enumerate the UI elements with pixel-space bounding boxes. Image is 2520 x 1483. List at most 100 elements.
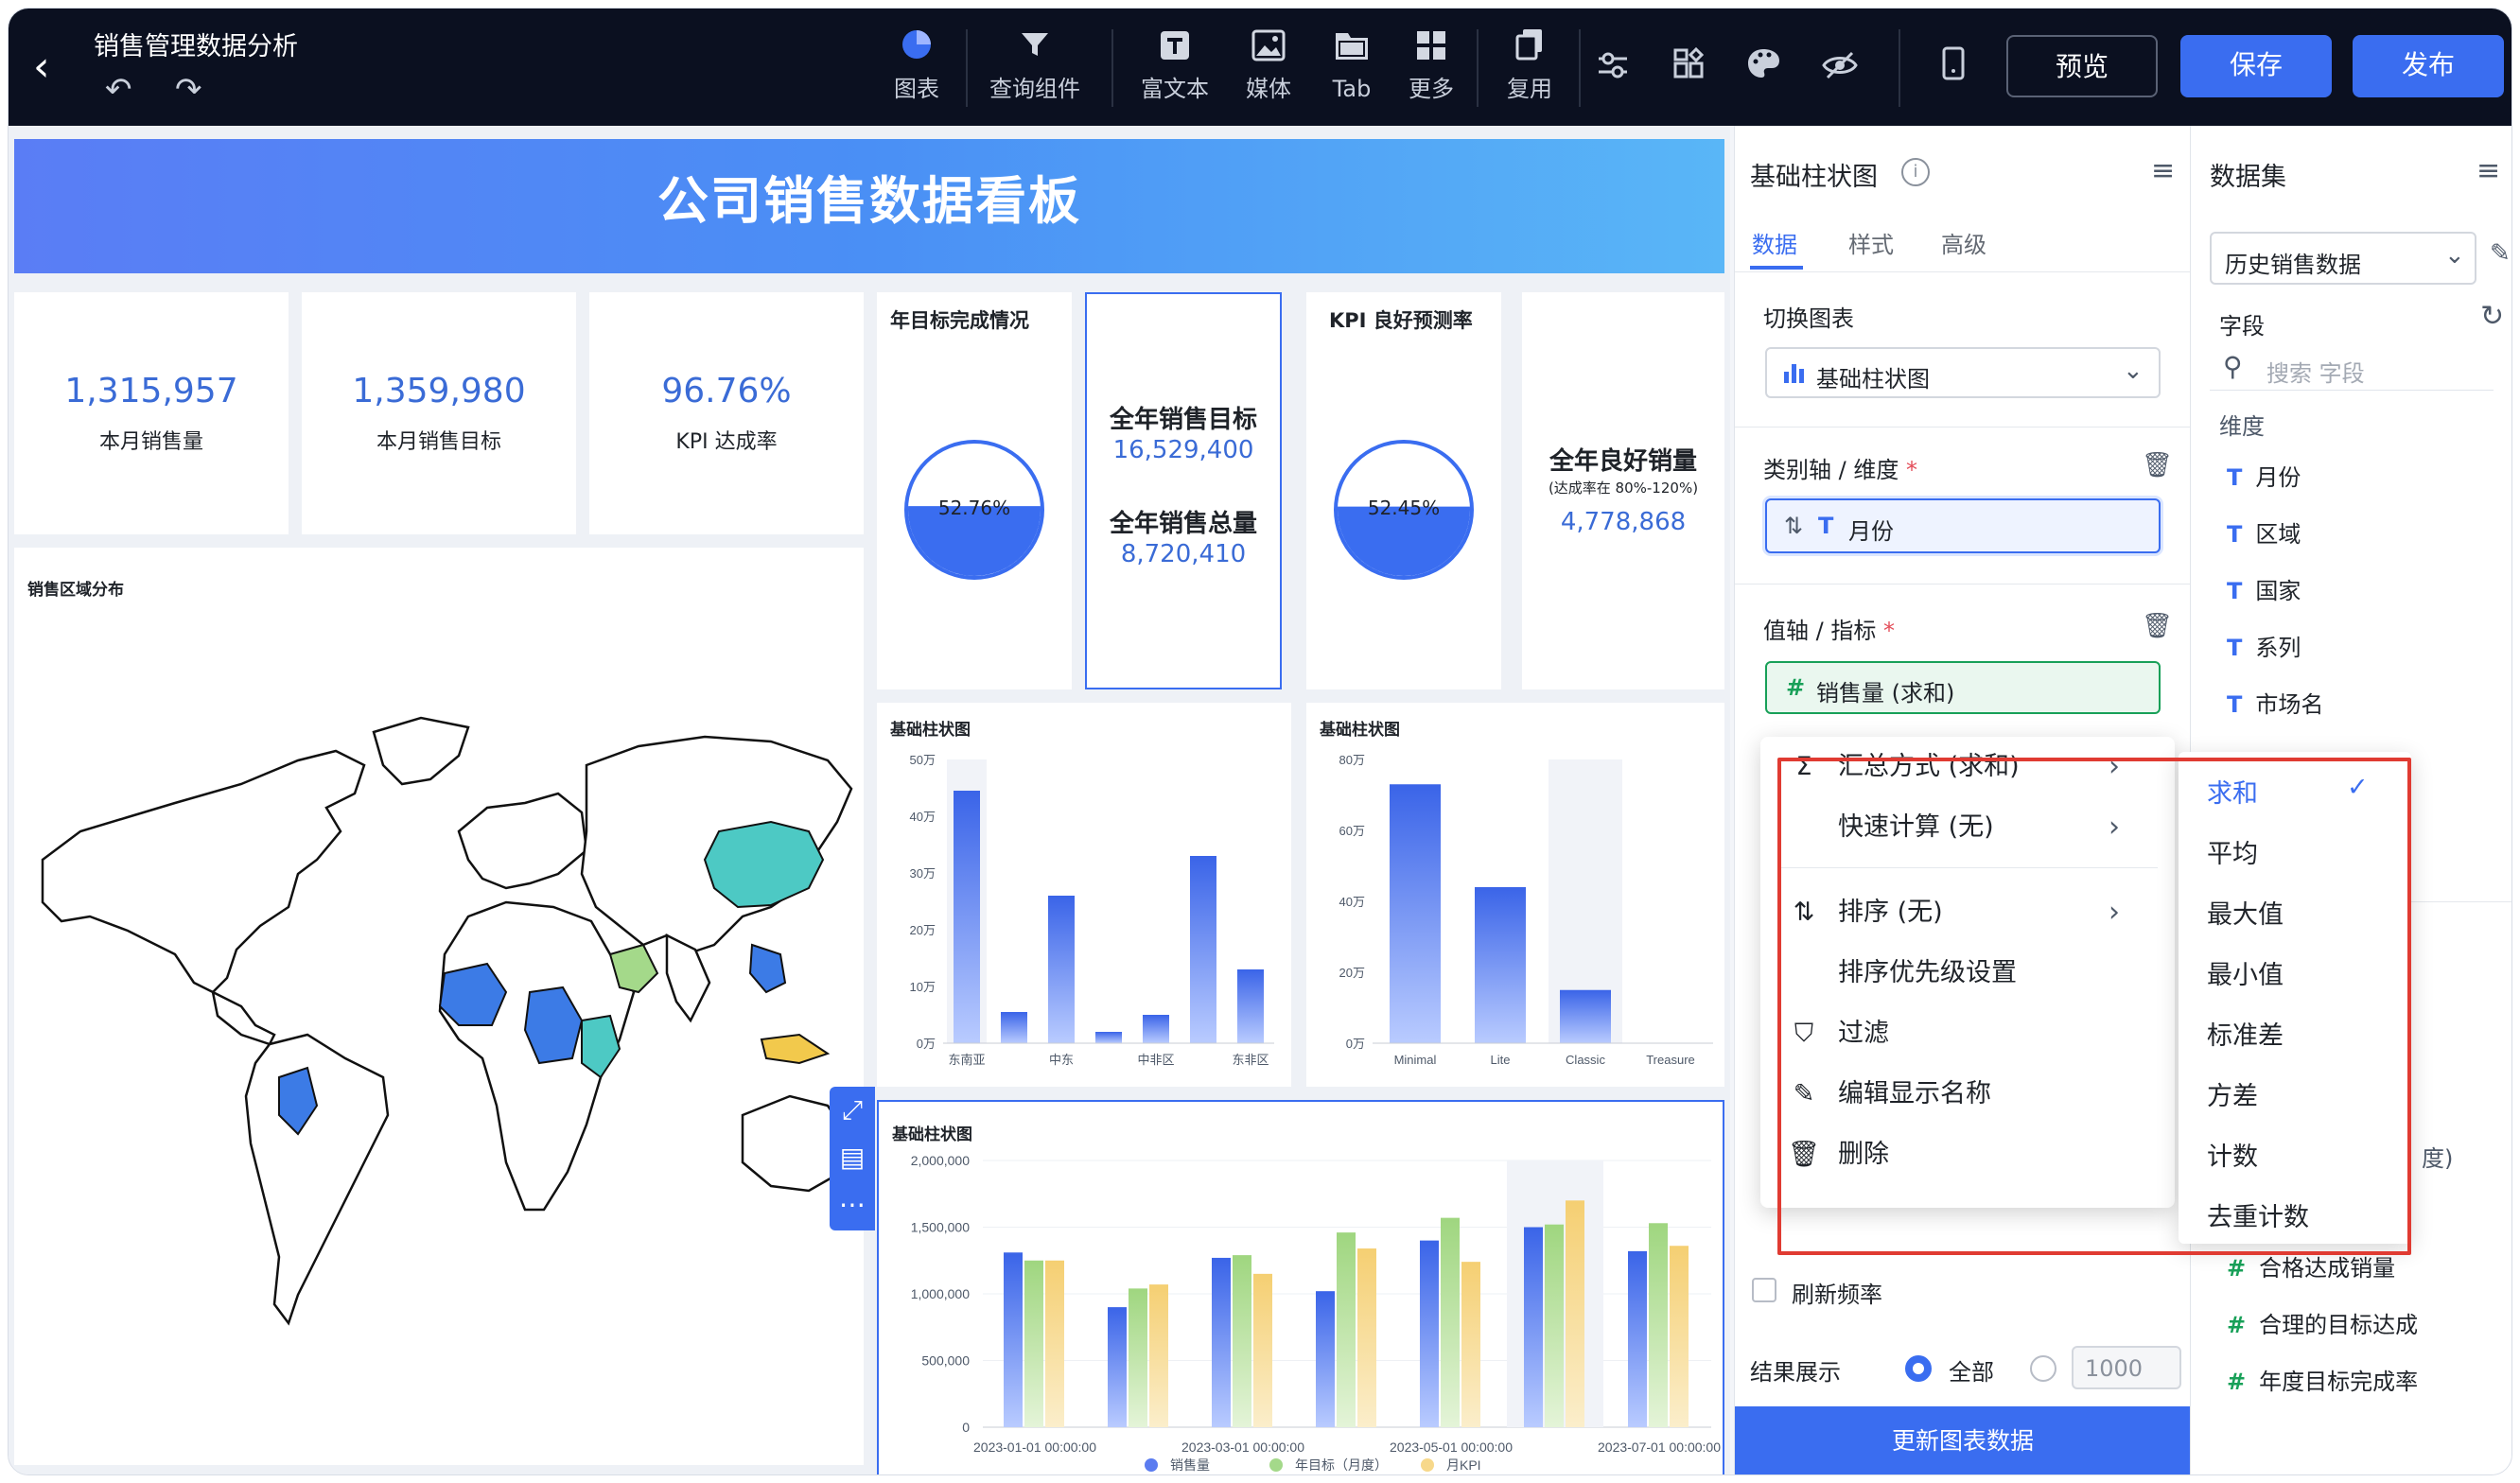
info-icon[interactable]: i bbox=[1901, 158, 1930, 186]
agg-option[interactable]: 平均 bbox=[2207, 833, 2396, 870]
tool-reuse[interactable]: 复用 bbox=[1492, 27, 1567, 113]
dimension-group-label: 维度 bbox=[2219, 413, 2265, 440]
hide-eye-icon[interactable] bbox=[1817, 46, 1863, 92]
tab-advanced[interactable]: 高级 bbox=[1941, 226, 1986, 259]
edit-icon[interactable]: ✎ bbox=[2490, 239, 2511, 268]
bar bbox=[1670, 1246, 1689, 1427]
field-item[interactable]: T 区域 bbox=[2227, 515, 2301, 549]
kpi-card-achievement[interactable]: 96.76% KPI 达成率 bbox=[589, 292, 864, 534]
chart-type-value: 基础柱状图 bbox=[1816, 366, 1930, 393]
result-limit-input[interactable]: 1000 bbox=[2072, 1346, 2181, 1389]
dataset-select[interactable]: 历史销售数据 ⌄ bbox=[2210, 232, 2476, 285]
kpi-card-month-sales[interactable]: 1,315,957 本月销售量 bbox=[14, 292, 289, 534]
result-limit-radio[interactable] bbox=[2030, 1355, 2056, 1382]
target-card[interactable]: 全年销售目标 16,529,400 全年销售总量 8,720,410 bbox=[1085, 292, 1282, 689]
kpi-forecast-card[interactable]: KPI 良好预测率 52.45% bbox=[1306, 292, 1501, 689]
dashboard-canvas: 公司销售数据看板 1,315,957 本月销售量 1,359,980 本月销售目… bbox=[9, 126, 1730, 1474]
result-all-radio[interactable] bbox=[1905, 1355, 1932, 1382]
theme-palette-icon[interactable] bbox=[1741, 46, 1787, 92]
publish-button[interactable]: 发布 bbox=[2353, 35, 2504, 97]
trash-icon: 🗑 bbox=[1787, 1140, 1821, 1169]
bar bbox=[1337, 1232, 1356, 1427]
field-item[interactable]: # 合理的目标达成 bbox=[2227, 1306, 2418, 1339]
bar-chart-region[interactable]: 基础柱状图 0万 10万 20万 30万 40万 50万 东南亚 中东 中非区 东非区 bbox=[877, 703, 1291, 1087]
tool-query[interactable]: 查询组件 bbox=[983, 27, 1087, 113]
agg-option[interactable]: 去重计数 bbox=[2207, 1196, 2396, 1233]
collapse-panel-icon[interactable]: ≡ bbox=[2476, 154, 2500, 187]
tool-chart[interactable]: 图表 bbox=[879, 27, 954, 113]
metric-pill[interactable]: # 销售量 (求和) bbox=[1765, 661, 2161, 714]
menu-item-aggregation[interactable]: Σ 汇总方式 (求和) › bbox=[1760, 741, 2175, 794]
more-icon[interactable]: ⋯ bbox=[830, 1181, 875, 1229]
chart-type-select[interactable]: 基础柱状图 ⌄ bbox=[1765, 347, 2161, 398]
menu-label: 快速计算 (无) bbox=[1838, 812, 1994, 842]
chevron-down-icon: ⌄ bbox=[2123, 357, 2144, 385]
tab-style[interactable]: 样式 bbox=[1848, 226, 1894, 259]
text-type-icon: T bbox=[1818, 513, 1834, 539]
bar-chart-series-svg: 0万 20万 40万 60万 80万 Minimal Lite Classic Treasure bbox=[1339, 753, 1713, 1067]
bar bbox=[1560, 989, 1611, 1043]
menu-label: 汇总方式 (求和) bbox=[1838, 752, 2020, 781]
layout-icon[interactable] bbox=[1666, 46, 1711, 92]
menu-item-sort-priority[interactable]: 排序优先级设置 bbox=[1760, 947, 2175, 1000]
tool-more[interactable]: 更多 bbox=[1393, 27, 1469, 113]
field-item[interactable]: # 年度目标完成率 bbox=[2227, 1363, 2418, 1396]
field-search-input[interactable]: ⚲ 搜索 字段 bbox=[2210, 343, 2494, 391]
bar bbox=[1095, 1032, 1122, 1043]
preview-button[interactable]: 预览 bbox=[2006, 35, 2158, 97]
menu-item-delete[interactable]: 🗑 删除 bbox=[1760, 1128, 2175, 1181]
field-item[interactable]: T 系列 bbox=[2227, 629, 2301, 662]
tab-data[interactable]: 数据 bbox=[1752, 226, 1797, 259]
bar-chart-series[interactable]: 基础柱状图 0万 20万 40万 60万 80万 Minimal Lite Classic Tr… bbox=[1306, 703, 1724, 1087]
agg-option[interactable]: 方差 bbox=[2207, 1075, 2396, 1112]
field-item[interactable]: T 市场名 bbox=[2227, 686, 2323, 719]
kpi-value: 1,359,980 bbox=[352, 372, 526, 410]
bar-chart-monthly[interactable]: 基础柱状图 0 500,000 1,000,000 1,500,000 2,000,00… bbox=[877, 1100, 1724, 1474]
field-item[interactable]: T 国家 bbox=[2227, 572, 2301, 605]
kpi-card-month-target[interactable]: 1,359,980 本月销售目标 bbox=[302, 292, 576, 534]
map-card[interactable]: 销售区域分布 bbox=[14, 548, 864, 1465]
menu-item-filter[interactable]: ⛉ 过滤 bbox=[1760, 1007, 2175, 1060]
save-button[interactable]: 保存 bbox=[2180, 35, 2332, 97]
good-sales-card[interactable]: 全年良好销量 (达成率在 80%-120%) 4,778,868 bbox=[1522, 292, 1724, 689]
tool-label: 查询组件 bbox=[989, 76, 1080, 102]
settings-sliders-icon[interactable] bbox=[1590, 46, 1636, 92]
menu-label: 排序 (无) bbox=[1838, 898, 1943, 927]
refresh-icon[interactable]: ↻ bbox=[2480, 300, 2504, 333]
total-label: 全年销售总量 bbox=[1109, 510, 1257, 538]
trash-icon[interactable]: 🗑 bbox=[2142, 451, 2173, 480]
update-chart-button[interactable]: 更新图表数据 bbox=[1735, 1406, 2191, 1474]
x-tick-label: Lite bbox=[1491, 1053, 1511, 1067]
agg-option[interactable]: 标准差 bbox=[2207, 1015, 2396, 1052]
collapse-panel-icon[interactable]: ≡ bbox=[2151, 154, 2175, 187]
tool-tab[interactable]: Tab bbox=[1314, 27, 1390, 113]
goal-card[interactable]: 年目标完成情况 52.76% bbox=[877, 292, 1072, 689]
banner-title: 公司销售数据看板 bbox=[14, 139, 1724, 273]
metric-context-menu: Σ 汇总方式 (求和) › 快速计算 (无) › ⇅ 排序 (无) › 排序优先级设置 ⛉… bbox=[1760, 737, 2175, 1208]
trash-icon[interactable]: 🗑 bbox=[2142, 612, 2173, 640]
x-tick-label: 东南亚 bbox=[948, 1053, 985, 1067]
fields-label: 字段 bbox=[2219, 313, 2265, 340]
bar bbox=[1420, 1240, 1439, 1427]
note-icon[interactable]: ▤ bbox=[830, 1134, 875, 1181]
field-item[interactable]: T 月份 bbox=[2227, 459, 2301, 492]
menu-item-sort[interactable]: ⇅ 排序 (无) › bbox=[1760, 886, 2175, 939]
agg-option[interactable]: 计数 bbox=[2207, 1136, 2396, 1173]
field-item[interactable]: # 合格达成销量 bbox=[2227, 1249, 2395, 1282]
kpi-forecast-percent: 52.45% bbox=[1367, 497, 1441, 519]
agg-option[interactable]: 最大值 bbox=[2207, 894, 2396, 931]
redo-icon[interactable]: ↷ bbox=[175, 71, 202, 109]
dimension-pill[interactable]: ⇅ T 月份 bbox=[1765, 498, 2161, 553]
expand-icon[interactable]: ⤢ bbox=[830, 1087, 875, 1134]
mobile-icon[interactable] bbox=[1931, 46, 1976, 92]
agg-option[interactable]: 最小值 bbox=[2207, 954, 2396, 991]
refresh-checkbox[interactable] bbox=[1752, 1278, 1776, 1302]
field-item-partial[interactable]: 度) bbox=[2422, 1140, 2453, 1173]
back-icon[interactable]: ‹ bbox=[33, 44, 71, 90]
menu-item-rename[interactable]: ✎ 编辑显示名称 bbox=[1760, 1068, 2175, 1121]
agg-option-sum[interactable]: 求和 ✓ bbox=[2207, 773, 2396, 810]
tool-richtext[interactable]: 富文本 bbox=[1132, 27, 1217, 113]
tool-media[interactable]: 媒体 bbox=[1231, 27, 1306, 113]
menu-item-quick-calc[interactable]: 快速计算 (无) › bbox=[1760, 801, 2175, 854]
undo-icon[interactable]: ↶ bbox=[105, 71, 132, 109]
